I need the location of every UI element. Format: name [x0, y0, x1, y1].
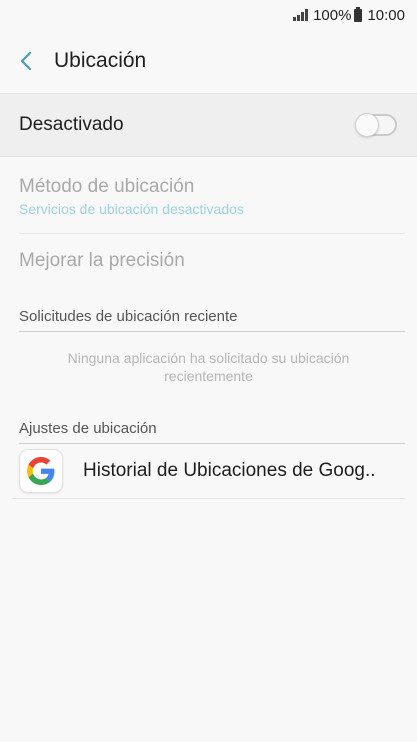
- location-method-item[interactable]: Método de ubicación Servicios de ubicaci…: [19, 170, 405, 234]
- recent-requests-header: Solicitudes de ubicación reciente: [19, 308, 405, 332]
- improve-precision-item[interactable]: Mejorar la precisión: [19, 236, 405, 286]
- improve-precision-title: Mejorar la precisión: [19, 250, 185, 271]
- google-location-history-item[interactable]: Historial de Ubicaciones de Goog..: [12, 444, 405, 499]
- toggle-knob: [355, 113, 379, 137]
- master-switch-label: Desactivado: [19, 114, 124, 135]
- app-bar: Ubicación: [0, 38, 417, 84]
- location-toggle[interactable]: [355, 113, 397, 137]
- battery-icon: [354, 6, 363, 22]
- status-bar: 100% 10:00: [0, 0, 417, 30]
- location-settings-header: Ajustes de ubicación: [19, 420, 405, 444]
- chevron-left-icon: [20, 51, 32, 71]
- google-location-history-label: Historial de Ubicaciones de Goog..: [83, 460, 376, 481]
- location-method-title: Método de ubicación: [19, 176, 195, 197]
- signal-icon: [293, 9, 309, 21]
- clock: 10:00: [367, 6, 405, 24]
- battery-percent: 100%: [313, 6, 352, 24]
- location-method-subtitle: Servicios de ubicación desactivados: [19, 201, 244, 217]
- recent-requests-empty-message: Ninguna aplicación ha solicitado su ubic…: [67, 350, 350, 384]
- master-switch-row[interactable]: Desactivado: [0, 93, 417, 157]
- back-button[interactable]: [2, 38, 50, 84]
- page-title: Ubicación: [54, 49, 147, 72]
- google-icon: [19, 449, 63, 493]
